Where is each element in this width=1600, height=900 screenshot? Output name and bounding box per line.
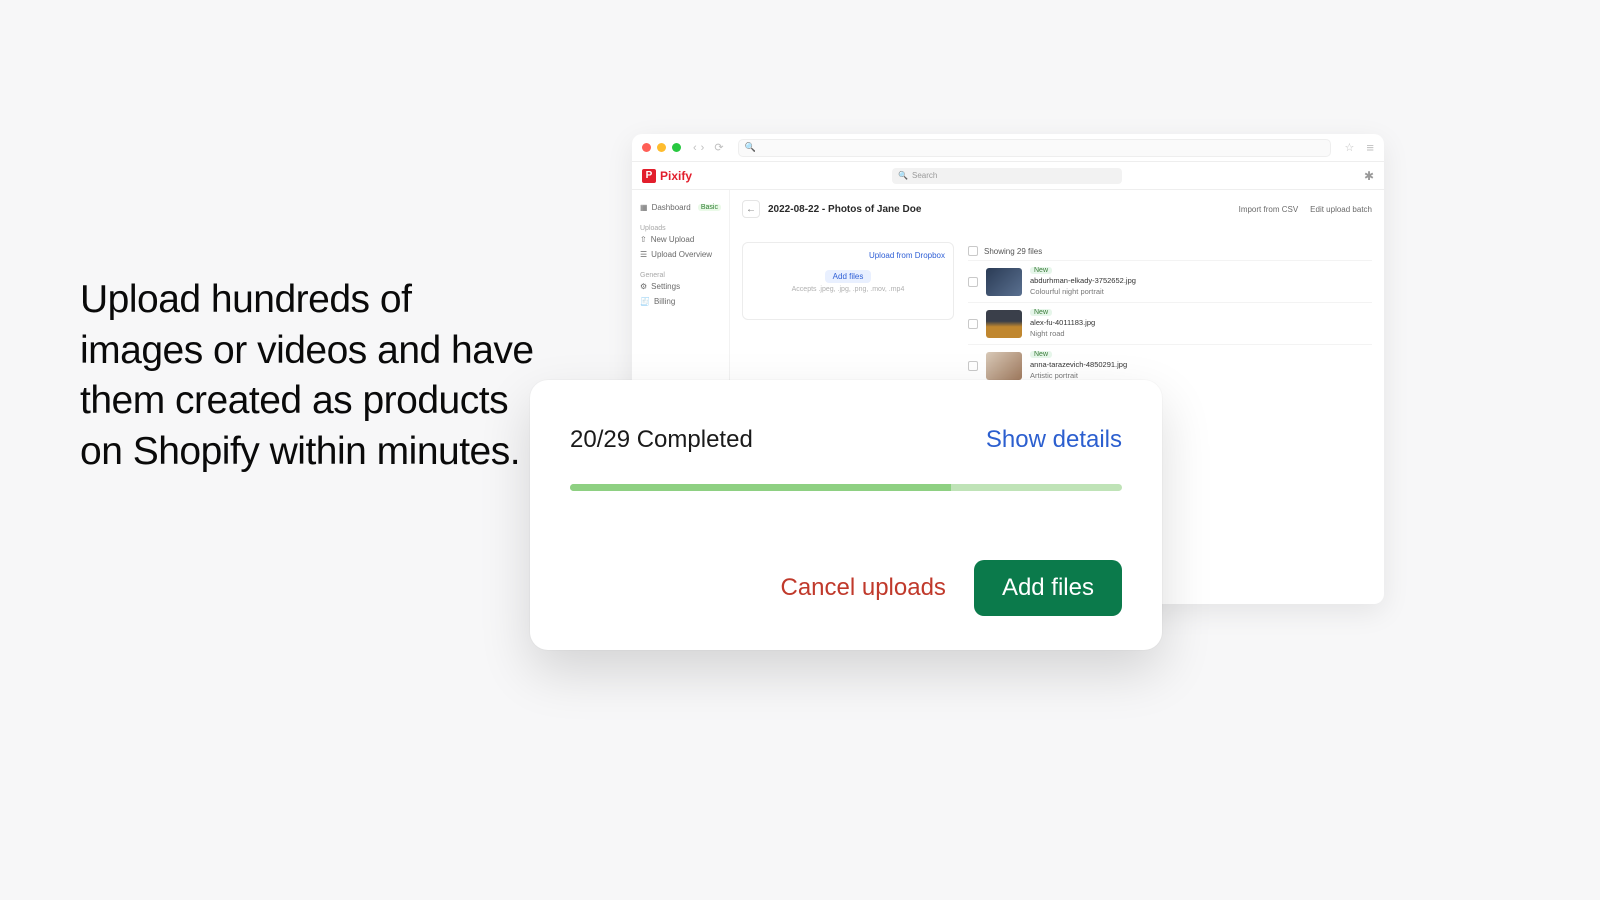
sidebar-item-label: Dashboard [652,203,691,212]
modal-actions: Cancel uploads Add files [570,560,1122,616]
status-badge: New [1030,351,1052,358]
browser-menu-icon[interactable]: ≡ [1366,140,1374,155]
modal-header: 20/29 Completed Show details [570,426,1122,454]
brand-mark-icon: P [642,169,656,183]
row-checkbox[interactable] [968,277,978,287]
sidebar-item-billing[interactable]: 🧾 Billing [640,294,721,309]
bookmark-star-icon[interactable]: ☆ [1345,141,1355,154]
file-name: abdurhman-elkady-3752652.jpg [1030,276,1136,285]
progress-label: 20/29 Completed [570,426,753,454]
billing-icon: 🧾 [640,297,650,306]
sidebar-item-new-upload[interactable]: ⇧ New Upload [640,232,721,247]
header-actions: Import from CSV Edit upload batch [1239,205,1372,214]
search-icon: 🔍 [745,142,756,153]
sidebar-item-label: Billing [654,297,675,306]
file-list-column: Showing 29 files New abdurhman-elkady-37… [968,242,1372,386]
page-title: 2022-08-22 - Photos of Jane Doe [768,204,921,215]
sidebar-section-uploads: Uploads [640,225,721,232]
file-caption: Colourful night portrait [1030,287,1136,296]
thumbnail [986,268,1022,296]
search-icon: 🔍 [898,171,908,180]
file-caption: Night road [1030,329,1095,338]
app-header: P Pixify 🔍 Search ✱ [632,162,1384,190]
upload-icon: ⇧ [640,235,647,244]
upload-from-dropbox-link[interactable]: Upload from Dropbox [869,251,945,260]
sidebar-item-upload-overview[interactable]: ☰ Upload Overview [640,247,721,262]
hero-title: Upload hundreds of images or videos and … [80,275,540,478]
url-bar[interactable]: 🔍 [738,139,1331,157]
dashboard-icon: ▦ [640,203,648,212]
file-list-header: Showing 29 files [968,242,1372,260]
cancel-uploads-button[interactable]: Cancel uploads [780,574,945,602]
browser-chrome: ‹ › ⟳ 🔍 ☆ ≡ [632,134,1384,162]
page-header: ← 2022-08-22 - Photos of Jane Doe Import… [742,200,1372,218]
plan-badge: Basic [698,204,721,211]
row-checkbox[interactable] [968,319,978,329]
window-min-dot[interactable] [657,143,666,152]
window-close-dot[interactable] [642,143,651,152]
file-count-label: Showing 29 files [984,247,1042,256]
file-row[interactable]: New alex-fu-4011183.jpg Night road [968,302,1372,344]
app-settings-icon[interactable]: ✱ [1364,169,1374,183]
select-all-checkbox[interactable] [968,246,978,256]
status-badge: New [1030,309,1052,316]
back-button[interactable]: ← [742,200,760,218]
sidebar-section-general: General [640,272,721,279]
row-checkbox[interactable] [968,361,978,371]
file-meta: New abdurhman-elkady-3752652.jpg Colourf… [1030,267,1136,296]
add-files-pill[interactable]: Add files [825,270,872,283]
reload-icon[interactable]: ⟳ [714,141,723,154]
show-details-link[interactable]: Show details [986,426,1122,454]
add-files-button[interactable]: Add files [974,560,1122,616]
nav-arrows: ‹ › [693,142,704,154]
sidebar-item-dashboard[interactable]: ▦ Dashboard Basic [640,200,721,215]
overview-icon: ☰ [640,250,647,259]
import-csv-link[interactable]: Import from CSV [1239,205,1299,214]
brand[interactable]: P Pixify [642,169,692,183]
nav-forward-icon[interactable]: › [701,142,705,154]
nav-back-icon[interactable]: ‹ [693,142,697,154]
progress-bar [570,484,1122,491]
hero-copy: Upload hundreds of images or videos and … [80,275,540,478]
brand-name: Pixify [660,169,692,183]
upload-progress-modal: 20/29 Completed Show details Cancel uplo… [530,380,1162,650]
upload-card: Upload from Dropbox Add files Accepts .j… [742,242,954,320]
sidebar-item-label: Settings [651,282,680,291]
sidebar-item-label: New Upload [651,235,695,244]
upload-dropzone-column: Upload from Dropbox Add files Accepts .j… [742,242,954,386]
gear-icon: ⚙ [640,282,647,291]
file-name: alex-fu-4011183.jpg [1030,318,1095,327]
status-badge: New [1030,267,1052,274]
sidebar-item-label: Upload Overview [651,250,712,259]
app-search-input[interactable]: 🔍 Search [892,168,1122,184]
app-search-placeholder: Search [912,171,937,180]
file-caption: Artistic portrait [1030,371,1127,380]
file-name: anna-tarazevich-4850291.jpg [1030,360,1127,369]
sidebar-item-settings[interactable]: ⚙ Settings [640,279,721,294]
thumbnail [986,310,1022,338]
thumbnail [986,352,1022,380]
file-meta: New anna-tarazevich-4850291.jpg Artistic… [1030,351,1127,380]
file-row[interactable]: New abdurhman-elkady-3752652.jpg Colourf… [968,260,1372,302]
accepted-formats-text: Accepts .jpeg, .jpg, .png, .mov, .mp4 [792,286,905,293]
edit-batch-link[interactable]: Edit upload batch [1310,205,1372,214]
file-meta: New alex-fu-4011183.jpg Night road [1030,309,1095,338]
window-max-dot[interactable] [672,143,681,152]
progress-fill [570,484,951,491]
